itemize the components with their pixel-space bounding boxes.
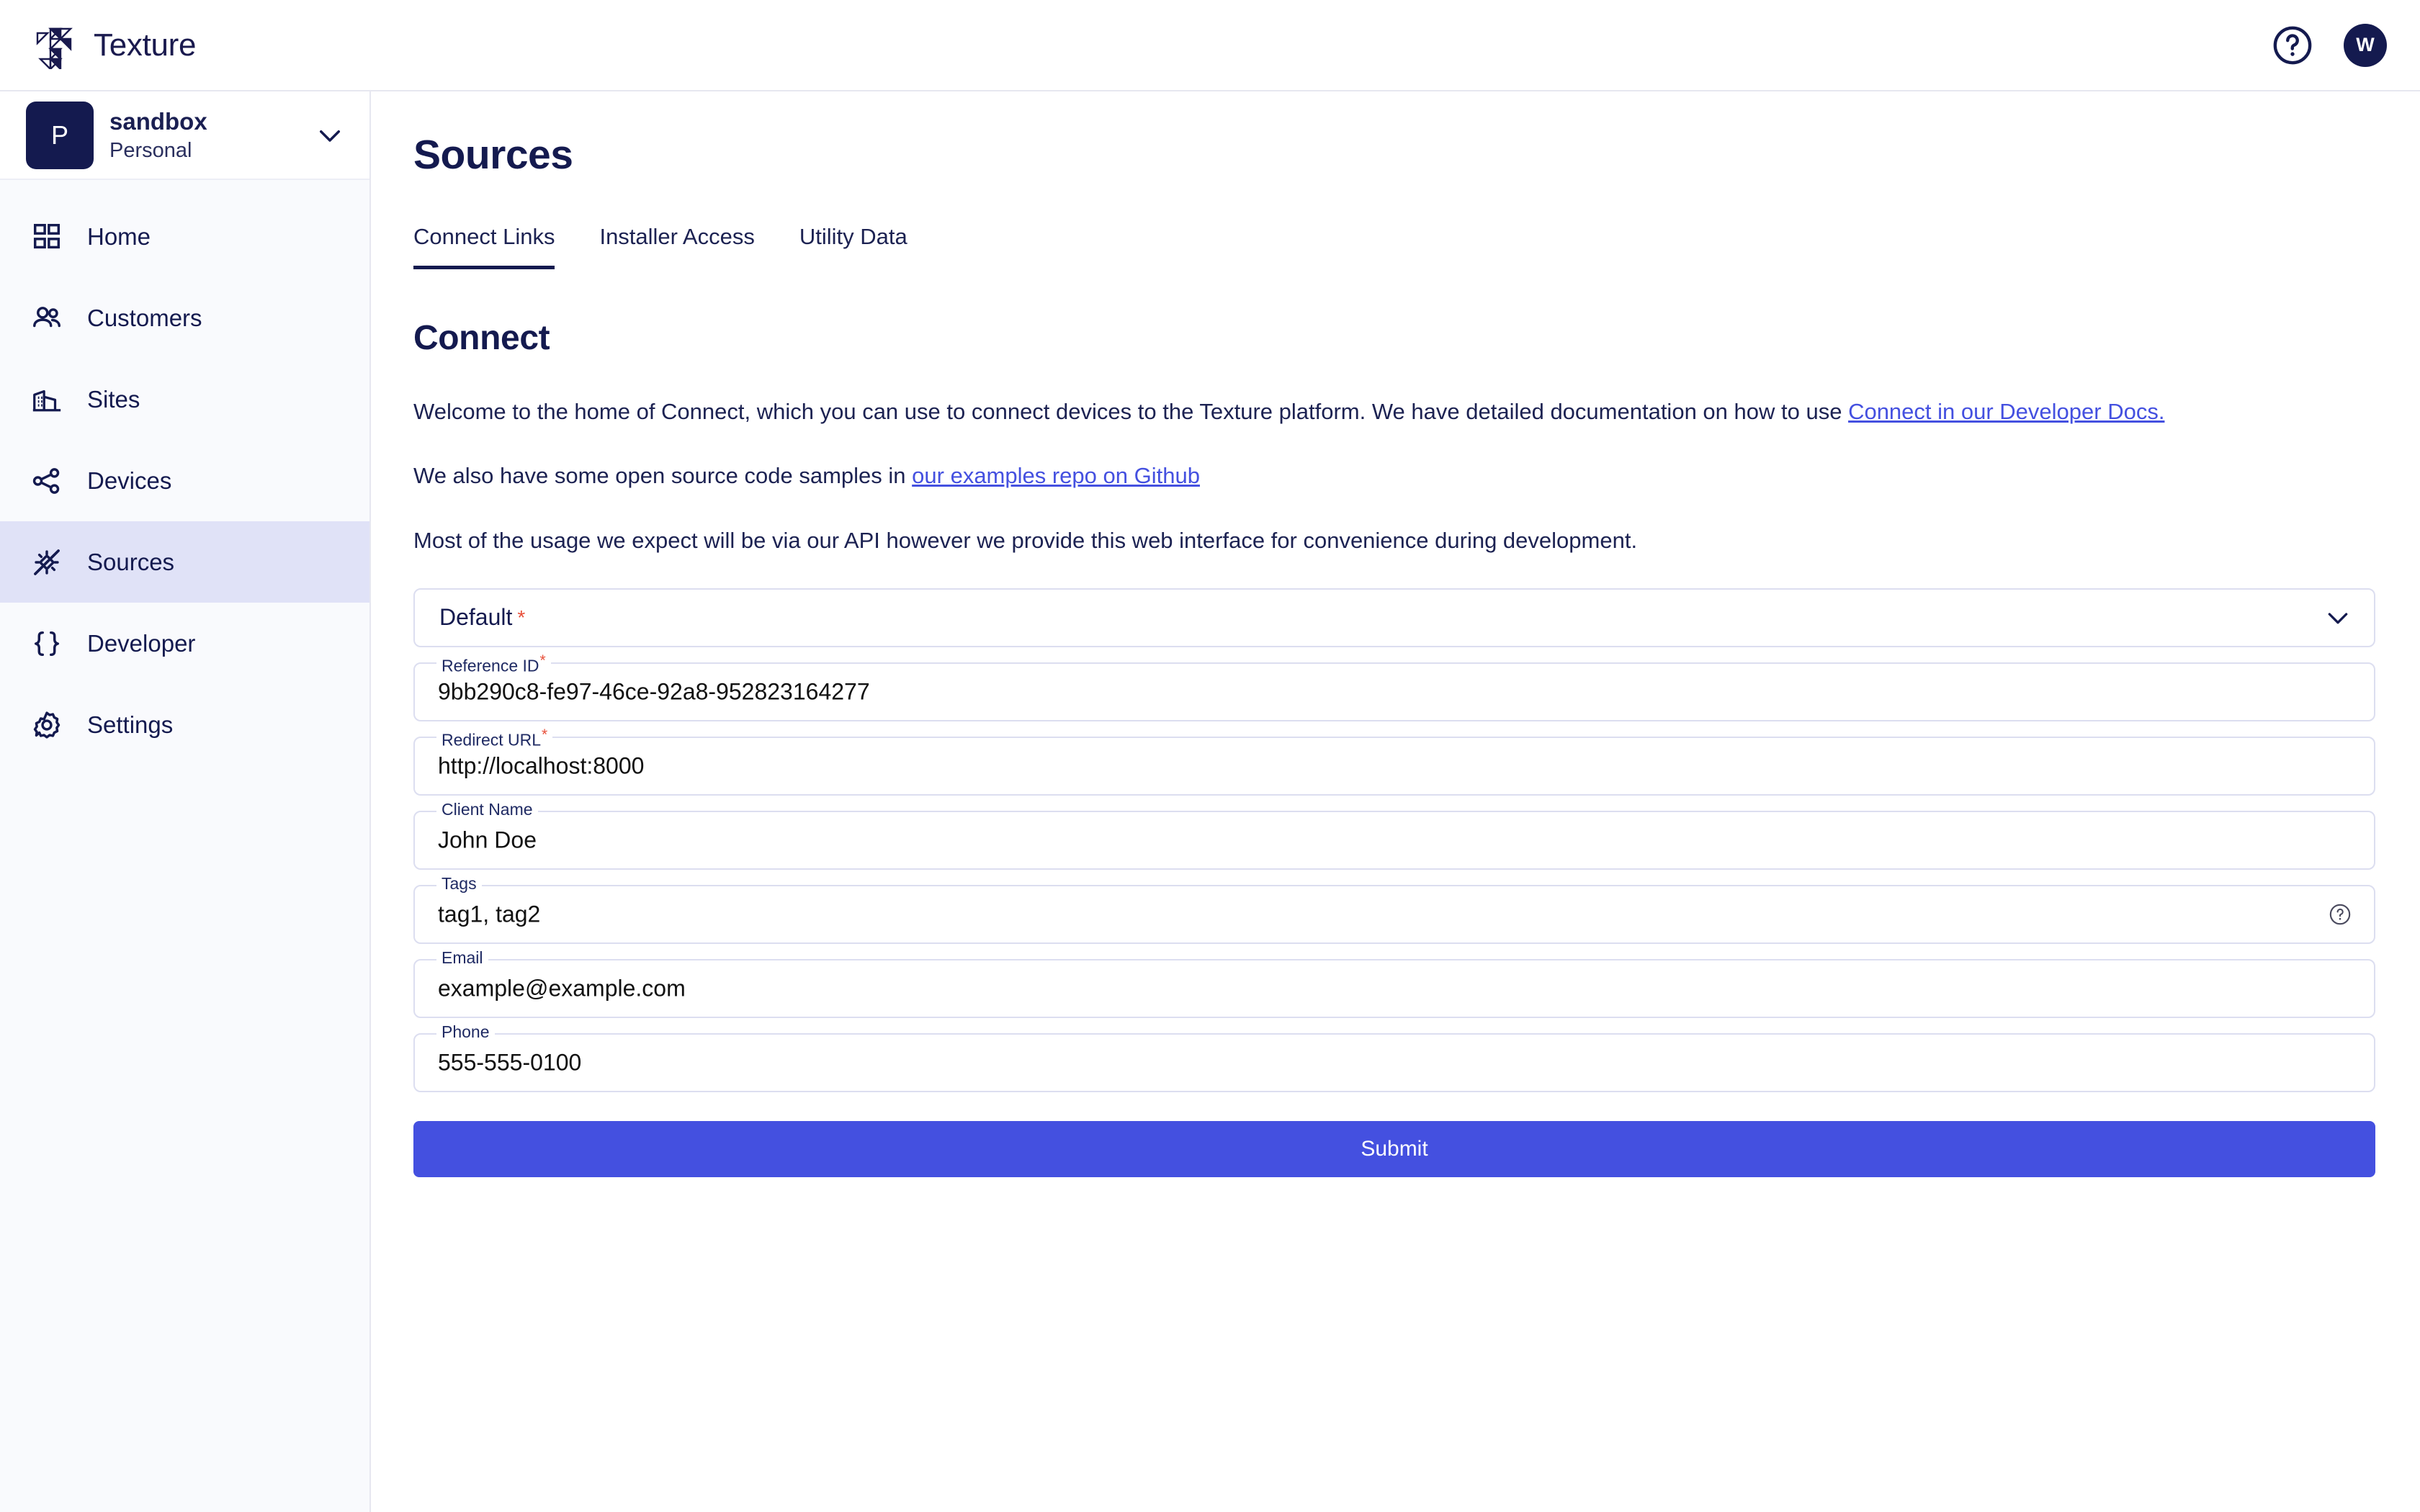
github-examples-link[interactable]: our examples repo on Github [912, 463, 1200, 488]
field-label-text: Redirect URL [442, 730, 541, 749]
workspace-subtitle: Personal [109, 138, 299, 163]
tab-bar: Connect Links Installer Access Utility D… [413, 224, 2375, 269]
reference-id-value: 9bb290c8-fe97-46ce-92a8-952823164277 [438, 678, 870, 705]
sidebar-item-label: Home [87, 223, 151, 251]
question-circle-icon[interactable] [2272, 24, 2313, 66]
intro-paragraph: Welcome to the home of Connect, which yo… [413, 395, 2372, 428]
email-field[interactable]: Email example@example.com [413, 959, 2375, 1018]
client-name-label: Client Name [436, 801, 538, 818]
connect-type-select[interactable]: Default * [413, 588, 2375, 647]
field-label-text: Reference ID [442, 656, 539, 675]
sidebar-nav: Home Customers [0, 180, 369, 765]
phone-label: Phone [436, 1024, 495, 1040]
email-value: example@example.com [438, 975, 686, 1002]
sidebar-item-label: Sites [87, 386, 140, 413]
texture-logo-icon [35, 22, 79, 69]
client-name-value: John Doe [438, 827, 537, 853]
reference-id-field[interactable]: Reference ID* 9bb290c8-fe97-46ce-92a8-95… [413, 662, 2375, 721]
workspace-badge: P [26, 102, 94, 169]
required-marker: * [540, 652, 546, 669]
samples-paragraph-text: We also have some open source code sampl… [413, 463, 912, 488]
building-icon [30, 383, 63, 416]
sidebar-item-devices[interactable]: Devices [0, 440, 369, 521]
main-content: Sources Connect Links Installer Access U… [372, 91, 2420, 1512]
intro-paragraph-text: Welcome to the home of Connect, which yo… [413, 399, 1848, 424]
tab-installer-access[interactable]: Installer Access [599, 224, 754, 269]
top-bar: Texture W [0, 0, 2420, 91]
grid-icon [30, 220, 63, 253]
sidebar-item-sources[interactable]: Sources [0, 521, 369, 603]
share-icon [30, 464, 63, 498]
reference-id-label: Reference ID* [436, 653, 551, 675]
top-bar-actions: W [2272, 24, 2387, 67]
sidebar: P sandbox Personal Home [0, 91, 371, 1512]
required-marker: * [542, 726, 547, 743]
redirect-url-value: http://localhost:8000 [438, 752, 644, 779]
gear-icon [30, 708, 63, 742]
sidebar-item-sites[interactable]: Sites [0, 359, 369, 440]
page-title: Sources [413, 131, 2375, 179]
sidebar-item-label: Settings [87, 711, 173, 739]
tags-value: tag1, tag2 [438, 901, 540, 927]
required-marker: * [517, 606, 525, 629]
redirect-url-label: Redirect URL* [436, 727, 552, 749]
sidebar-item-label: Sources [87, 549, 174, 576]
chevron-down-icon[interactable] [315, 120, 345, 150]
redirect-url-field[interactable]: Redirect URL* http://localhost:8000 [413, 737, 2375, 796]
sidebar-item-home[interactable]: Home [0, 196, 369, 277]
avatar-initial: W [2356, 34, 2374, 56]
sidebar-item-label: Developer [87, 630, 195, 657]
help-circle-icon[interactable] [2328, 902, 2352, 927]
sidebar-item-customers[interactable]: Customers [0, 277, 369, 359]
workspace-text: sandbox Personal [109, 107, 299, 164]
tab-connect-links[interactable]: Connect Links [413, 224, 555, 269]
sidebar-item-developer[interactable]: Developer [0, 603, 369, 684]
submit-button[interactable]: Submit [413, 1121, 2375, 1177]
sidebar-item-label: Customers [87, 305, 202, 332]
phone-value: 555-555-0100 [438, 1049, 581, 1076]
email-label: Email [436, 950, 488, 966]
chevron-down-icon[interactable] [2323, 603, 2352, 632]
braces-icon [30, 627, 63, 660]
samples-paragraph: We also have some open source code sampl… [413, 459, 2372, 492]
sidebar-item-settings[interactable]: Settings [0, 684, 369, 765]
sidebar-item-label: Devices [87, 467, 171, 495]
workspace-badge-letter: P [51, 120, 68, 150]
tags-label: Tags [436, 876, 482, 892]
connect-type-select-value: Default [439, 604, 512, 631]
workspace-name: sandbox [109, 107, 299, 136]
users-icon [30, 302, 63, 335]
solar-icon [30, 546, 63, 579]
phone-field[interactable]: Phone 555-555-0100 [413, 1033, 2375, 1092]
avatar[interactable]: W [2344, 24, 2387, 67]
developer-docs-link[interactable]: Connect in our Developer Docs. [1848, 399, 2164, 424]
workspace-switcher[interactable]: P sandbox Personal [0, 91, 369, 180]
section-title: Connect [413, 318, 2375, 358]
brand[interactable]: Texture [35, 22, 196, 69]
client-name-field[interactable]: Client Name John Doe [413, 811, 2375, 870]
tags-field[interactable]: Tags tag1, tag2 [413, 885, 2375, 944]
tab-utility-data[interactable]: Utility Data [799, 224, 908, 269]
connect-form: Default * Reference ID* 9bb290c8-fe97-46… [413, 588, 2375, 1177]
brand-name: Texture [94, 27, 196, 63]
api-paragraph: Most of the usage we expect will be via … [413, 524, 2372, 557]
